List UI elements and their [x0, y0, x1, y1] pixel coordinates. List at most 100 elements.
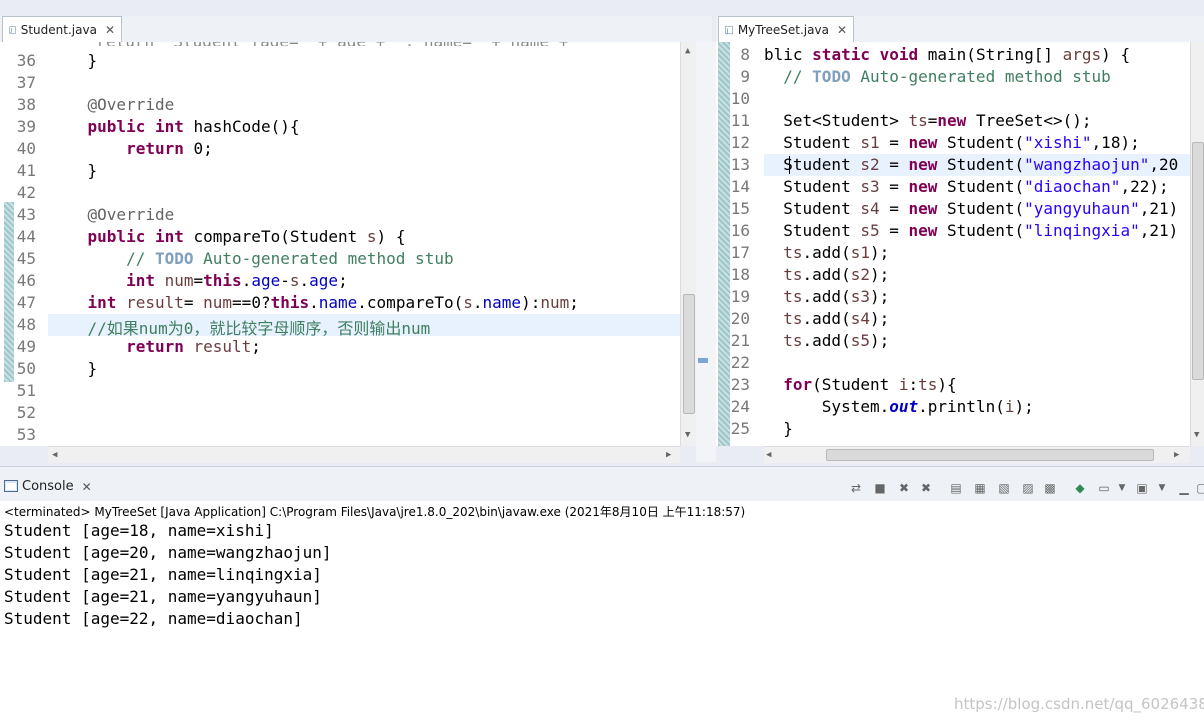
left-code-editor[interactable]: return "Student [age=" + age + ", name="… [0, 42, 696, 446]
code-line[interactable]: Student s4 = new Student("yangyuhaun",21… [764, 199, 1178, 218]
console-output-line: Student [age=21, name=yangyuhaun] [4, 587, 322, 606]
code-line[interactable]: @Override [49, 205, 175, 224]
scroll-down-icon[interactable]: ▼ [1194, 430, 1199, 440]
code-line[interactable]: public int compareTo(Student s) { [49, 227, 406, 246]
console-icon [4, 480, 18, 492]
tab-mytreeset-java[interactable]: J MyTreeSet.java ✕ [718, 16, 854, 42]
code-line[interactable]: // TODO Auto-generated method stub [764, 67, 1111, 86]
java-file-icon: J [9, 25, 16, 34]
code-line[interactable]: @Override [49, 95, 175, 114]
line-number: 49 [16, 337, 36, 356]
line-number: 14 [730, 177, 750, 196]
code-line[interactable]: // TODO Auto-generated method stub [49, 249, 454, 268]
terminate-icon[interactable]: ■ [872, 481, 888, 495]
line-number: 9 [740, 67, 750, 86]
word-wrap-icon[interactable]: ▧ [996, 481, 1012, 495]
close-tab-icon[interactable]: ✕ [105, 23, 115, 37]
show-stdout-icon[interactable]: ▨ [1020, 481, 1036, 495]
code-line[interactable]: Student s5 = new Student("linqingxia",21… [764, 221, 1178, 240]
right-horizontal-scrollbar[interactable]: ◀ ▶ [764, 446, 1190, 463]
line-number: 36 [16, 51, 36, 70]
minimize-icon[interactable]: ▁ [1176, 481, 1192, 495]
editor-splitter[interactable] [696, 42, 716, 462]
scroll-thumb[interactable] [826, 449, 1154, 461]
line-number: 39 [16, 117, 36, 136]
tab-student-java[interactable]: J Student.java ✕ [2, 16, 122, 42]
java-file-icon: J [725, 25, 733, 34]
close-console-icon[interactable]: ✕ [82, 480, 92, 494]
code-line[interactable]: Student s2 = new Student("wangzhaojun",2… [764, 155, 1178, 174]
code-line[interactable]: } [49, 51, 98, 70]
left-horizontal-scrollbar[interactable]: ◀ ▶ [48, 446, 680, 463]
line-number: 50 [16, 359, 36, 378]
close-tab-icon[interactable]: ✕ [837, 23, 847, 37]
right-tab-bar: J MyTreeSet.java ✕ [716, 16, 1204, 43]
line-number: 38 [16, 95, 36, 114]
line-number: 52 [16, 403, 36, 422]
chevron-down-icon[interactable]: ▼ [1154, 481, 1170, 495]
clear-console-icon[interactable]: ▤ [948, 481, 964, 495]
code-line[interactable]: } [49, 359, 98, 378]
right-code-editor[interactable]: 8 blic static void main(String[] args) { 9… [716, 42, 1204, 446]
right-vertical-scrollbar[interactable]: ▼ [1190, 42, 1204, 446]
code-line[interactable]: Student s1 = new Student("xishi",18); [764, 133, 1139, 152]
line-number: 40 [16, 139, 36, 158]
line-number: 43 [16, 205, 36, 224]
watermark: https://blog.csdn.net/qq_60264381 [954, 695, 1204, 713]
code-line[interactable]: ts.add(s3); [764, 287, 889, 306]
code-line[interactable]: return result; [49, 337, 261, 356]
line-number: 10 [730, 89, 750, 108]
line-number: 45 [16, 249, 36, 268]
line-number: 12 [730, 133, 750, 152]
code-line[interactable]: } [764, 419, 793, 438]
code-line[interactable]: public int hashCode(){ [49, 117, 300, 136]
tab-console[interactable]: Console ✕ [4, 479, 92, 494]
line-number: 41 [16, 161, 36, 180]
scroll-left-icon[interactable]: ◀ [52, 450, 57, 460]
code-line[interactable]: blic static void main(String[] args) { [764, 45, 1130, 64]
left-tab-bar: J Student.java ✕ [0, 16, 712, 43]
code-line[interactable]: System.out.println(i); [764, 397, 1034, 416]
show-stderr-icon[interactable]: ▩ [1042, 481, 1058, 495]
remove-all-icon[interactable]: ✖ [918, 481, 934, 495]
scroll-lock-icon[interactable]: ▦ [972, 481, 988, 495]
code-line[interactable]: } [49, 161, 98, 180]
left-vertical-scrollbar[interactable]: ▲ ▼ [680, 42, 696, 446]
code-line[interactable]: Set<Student> ts=new TreeSet<>(); [764, 111, 1091, 130]
line-number: 24 [730, 397, 750, 416]
display-console-icon[interactable]: ▭ [1096, 481, 1112, 495]
scroll-thumb[interactable] [1192, 142, 1204, 380]
remove-launch-icon[interactable]: ✖ [896, 481, 912, 495]
scroll-right-icon[interactable]: ▶ [666, 450, 671, 460]
line-number: 18 [730, 265, 750, 284]
tab-label: MyTreeSet.java [737, 22, 829, 37]
pin-console-icon[interactable]: ◆ [1072, 481, 1088, 495]
code-line[interactable]: for(Student i:ts){ [764, 375, 956, 394]
open-console-icon[interactable]: ▣ [1134, 481, 1150, 495]
code-line[interactable]: int result= num==0?this.name.compareTo(s… [49, 293, 579, 312]
svg-text:J: J [726, 28, 729, 34]
scroll-right-icon[interactable]: ▶ [1174, 450, 1179, 460]
scroll-left-icon[interactable]: ◀ [766, 450, 771, 460]
scroll-up-icon[interactable]: ▲ [685, 46, 690, 56]
code-line[interactable]: return 0; [49, 139, 213, 158]
line-number: 8 [740, 45, 750, 64]
line-number: 19 [730, 287, 750, 306]
pin-icon[interactable]: ⇄ [848, 481, 864, 495]
scroll-down-icon[interactable]: ▼ [685, 430, 690, 440]
line-number: 25 [730, 419, 750, 438]
code-line[interactable]: ts.add(s1); [764, 243, 889, 262]
chevron-down-icon[interactable]: ▼ [1114, 481, 1130, 495]
code-line[interactable]: ts.add(s5); [764, 331, 889, 350]
code-line[interactable]: Student s3 = new Student("diaochan",22); [764, 177, 1168, 196]
clipped-code-line: return "Student [age=" + age + ", name="… [0, 42, 680, 46]
scroll-thumb[interactable] [683, 294, 695, 414]
line-number: 42 [16, 183, 36, 202]
code-line[interactable]: ts.add(s4); [764, 309, 889, 328]
maximize-icon[interactable]: ▢ [1194, 481, 1204, 495]
tab-label: Student.java [20, 22, 97, 37]
console-output-line: Student [age=20, name=wangzhaojun] [4, 543, 332, 562]
code-line[interactable]: ts.add(s2); [764, 265, 889, 284]
code-line[interactable]: int num=this.age-s.age; [49, 271, 348, 290]
code-line[interactable]: //如果num为0，就比较字母顺序，否则输出num [49, 315, 431, 339]
